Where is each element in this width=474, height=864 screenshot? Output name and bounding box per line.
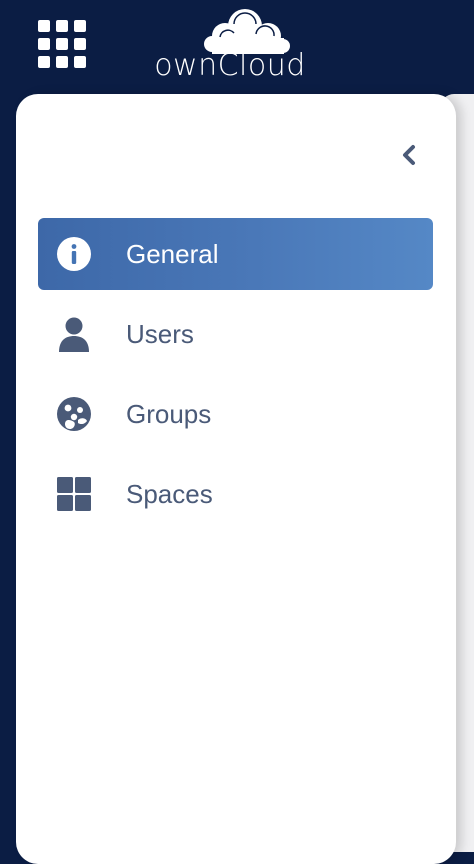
sidebar-item-general[interactable]: General — [38, 218, 433, 290]
sidebar-item-label: Groups — [126, 399, 212, 429]
admin-sidebar: General Users Groups Spaces — [16, 94, 456, 864]
chevron-left-icon — [403, 145, 415, 165]
top-bar: ownCloud — [0, 0, 474, 96]
collapse-sidebar-button[interactable] — [396, 142, 422, 168]
sidebar-item-label: Spaces — [126, 479, 213, 509]
group-icon — [56, 396, 92, 432]
sidebar-item-groups[interactable]: Groups — [38, 378, 433, 450]
info-icon — [56, 236, 92, 272]
spaces-grid-icon — [56, 476, 92, 512]
sidebar-nav: General Users Groups Spaces — [38, 218, 433, 538]
owncloud-logo[interactable]: ownCloud — [150, 4, 310, 82]
sidebar-item-label: Users — [126, 319, 194, 349]
sidebar-item-users[interactable]: Users — [38, 298, 433, 370]
logo-wordmark: ownCloud — [154, 48, 306, 83]
sidebar-item-label: General — [126, 239, 219, 269]
sidebar-item-spaces[interactable]: Spaces — [38, 458, 433, 530]
app-switcher-grid-icon[interactable] — [38, 20, 86, 68]
user-icon — [56, 316, 92, 352]
